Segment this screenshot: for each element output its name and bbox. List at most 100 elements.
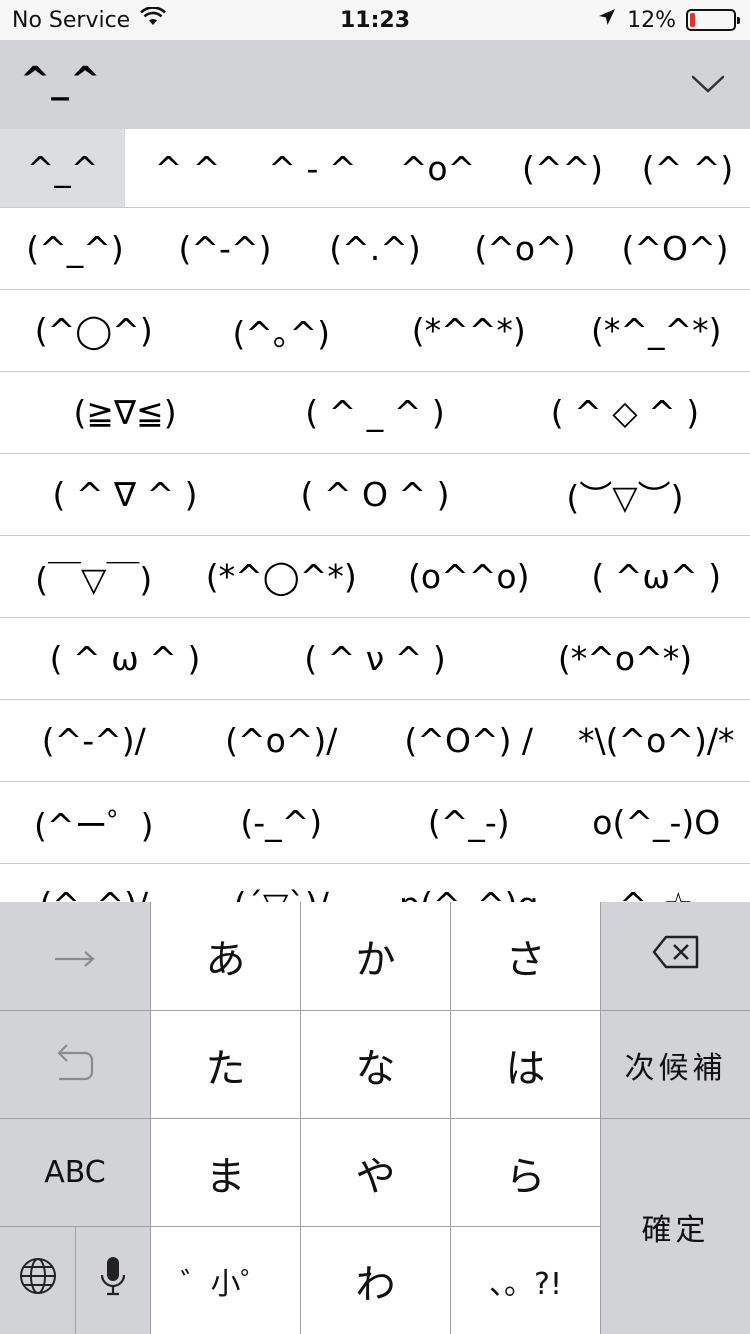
candidate-row: (^_^) (^-^) (^.^) (^o^) (^O^) xyxy=(0,208,750,290)
candidate-item[interactable]: ( ^ ◇ ^ ) xyxy=(500,372,750,453)
key-label: ら xyxy=(505,1153,546,1200)
candidate-item[interactable]: ( ^ ν ^ ) xyxy=(250,618,500,699)
candidate-item[interactable]: (^o^)/ xyxy=(188,700,376,781)
candidate-item[interactable]: (≧∇≦) xyxy=(0,372,250,453)
candidate-item[interactable]: (*^^*) xyxy=(375,290,563,371)
candidate-item[interactable]: ( ^ω^ ) xyxy=(563,536,750,617)
globe-icon xyxy=(18,1256,58,1306)
undo-icon xyxy=(55,1039,95,1091)
kana-key-ra[interactable]: ら xyxy=(451,1119,600,1226)
kana-key-ya[interactable]: や xyxy=(301,1119,450,1226)
abc-button[interactable]: ABC xyxy=(0,1119,150,1226)
candidate-item[interactable]: ^ - ^ xyxy=(250,129,375,207)
key-label: あ xyxy=(205,937,246,983)
next-candidate-button[interactable]: 次候補 xyxy=(601,1011,750,1118)
chevron-down-icon[interactable] xyxy=(686,62,730,106)
candidate-item[interactable]: (^_-) xyxy=(375,782,563,863)
status-right: 12% xyxy=(597,0,740,40)
battery-icon xyxy=(686,9,740,31)
candidate-item[interactable]: (^_^)/ xyxy=(0,864,188,902)
delete-icon xyxy=(652,933,700,979)
key-label: な xyxy=(355,1045,396,1092)
key-divider xyxy=(0,1226,600,1227)
candidate-item[interactable]: (-_^) xyxy=(188,782,376,863)
candidate-item[interactable]: (^｡^) xyxy=(188,290,376,371)
candidate-item[interactable]: (*^_^*) xyxy=(563,290,750,371)
delete-button[interactable] xyxy=(601,902,750,1010)
candidate-item[interactable]: ( ^ O ^ ) xyxy=(250,454,500,535)
candidate-item[interactable]: (^-^) xyxy=(150,208,300,289)
key-divider xyxy=(0,1118,750,1119)
candidate-item[interactable]: o(^_-)O xyxy=(563,782,750,863)
key-label: ゛小゜ xyxy=(180,1266,271,1302)
candidate-item[interactable]: (^.^) xyxy=(300,208,450,289)
candidate-item[interactable]: ( ^ _ ^ ) xyxy=(250,372,500,453)
key-label: た xyxy=(205,1045,246,1092)
candidate-item[interactable]: ( ^ ω ^ ) xyxy=(0,618,250,699)
next-key[interactable] xyxy=(0,902,150,1010)
candidate-item[interactable]: (^ー゜) xyxy=(0,782,188,863)
candidate-item[interactable]: (^-^)/ xyxy=(0,700,188,781)
key-label: や xyxy=(355,1153,396,1200)
candidate-item[interactable]: p(^_^)q xyxy=(375,864,563,902)
candidate-row: ( ^ ω ^ )( ^ ν ^ ) (*^o^*) xyxy=(0,618,750,700)
key-label: わ xyxy=(355,1261,396,1308)
candidate-selected[interactable]: ^_^ xyxy=(0,129,125,207)
undo-key[interactable] xyxy=(0,1011,150,1118)
microphone-icon xyxy=(99,1255,127,1307)
key-label: 、。?! xyxy=(489,1266,562,1302)
kana-key-ta[interactable]: た xyxy=(151,1011,300,1118)
key-label: か xyxy=(355,937,396,983)
carrier-text: No Service xyxy=(12,7,131,33)
kana-key-wa[interactable]: わ xyxy=(301,1227,450,1334)
kana-key-dakuten[interactable]: ゛小゜ xyxy=(151,1227,300,1334)
microphone-button[interactable] xyxy=(76,1227,150,1334)
kana-key-ha[interactable]: は xyxy=(451,1011,600,1118)
kana-key-a[interactable]: あ xyxy=(151,902,300,1010)
kana-key-ma[interactable]: ま xyxy=(151,1119,300,1226)
location-arrow-icon xyxy=(597,7,617,33)
battery-percent: 12% xyxy=(627,7,676,33)
battery-level xyxy=(690,13,696,27)
kana-key-punctuation[interactable]: 、。?! xyxy=(451,1227,600,1334)
kana-keyboard: あ か さ た な は 次候補 ABC ま や ら 確定 ゛小゜ わ 、。?! xyxy=(0,902,750,1334)
candidate-item[interactable]: (￣▽￣) xyxy=(0,536,188,617)
candidate-item[interactable]: (*^◯^*) xyxy=(188,536,376,617)
key-label: は xyxy=(505,1045,546,1092)
kana-key-sa[interactable]: さ xyxy=(451,902,600,1010)
globe-button[interactable] xyxy=(0,1227,75,1334)
candidate-row: (^ー゜) (-_^) (^_-) o(^_-)O xyxy=(0,782,750,864)
candidate-item[interactable]: (´▽`)/ xyxy=(188,864,376,902)
candidate-item[interactable]: (^O^) / xyxy=(375,700,563,781)
candidate-row: (￣▽￣) (*^◯^*) (o^^o)( ^ω^ ) xyxy=(0,536,750,618)
candidate-list[interactable]: ^_^ ^ ^ ^ - ^ ^o^ (^^) (^ ^) (^_^) (^-^) (^.^) (^… xyxy=(0,129,750,902)
candidate-item[interactable]: ( ^ ∇ ^ ) xyxy=(0,454,250,535)
candidate-item[interactable]: (︶▽︶) xyxy=(500,454,750,535)
status-left: No Service xyxy=(12,0,167,40)
candidate-row: (^◯^) (^｡^) (*^^*) (*^_^*) xyxy=(0,290,750,372)
current-conversion: ^_^ xyxy=(20,60,102,101)
candidate-item[interactable]: (o^^o) xyxy=(375,536,563,617)
candidate-item[interactable]: (*^o^*) xyxy=(500,618,750,699)
candidate-row: (^_^)/(´▽`)/p(^_^)q^_☆ xyxy=(0,864,750,902)
candidate-item[interactable]: ^ ^ xyxy=(125,129,250,207)
candidate-row: ( ^ ∇ ^ )( ^ O ^ ) (︶▽︶) xyxy=(0,454,750,536)
candidate-item[interactable]: (^ ^) xyxy=(625,129,750,207)
key-label: さ xyxy=(505,937,546,983)
candidate-item[interactable]: (^_^) xyxy=(0,208,150,289)
candidate-item[interactable]: (^O^) xyxy=(600,208,750,289)
candidate-item[interactable]: ^_☆ xyxy=(563,864,750,902)
kana-key-na[interactable]: な xyxy=(301,1011,450,1118)
candidate-row: ^_^ ^ ^ ^ - ^ ^o^ (^^) (^ ^) xyxy=(0,129,750,208)
wifi-icon xyxy=(140,6,167,33)
candidate-item[interactable]: (^◯^) xyxy=(0,290,188,371)
candidate-item[interactable]: ^o^ xyxy=(375,129,500,207)
candidate-row: (≧∇≦)( ^ _ ^ )( ^ ◇ ^ ) xyxy=(0,372,750,454)
candidate-item[interactable]: *\(^o^)/* xyxy=(563,700,750,781)
arrow-right-icon xyxy=(53,933,97,979)
candidate-item[interactable]: (^o^) xyxy=(450,208,600,289)
candidate-item[interactable]: (^^) xyxy=(500,129,625,207)
kana-key-ka[interactable]: か xyxy=(301,902,450,1010)
confirm-button[interactable]: 確定 xyxy=(601,1119,750,1334)
key-divider xyxy=(75,1227,76,1334)
